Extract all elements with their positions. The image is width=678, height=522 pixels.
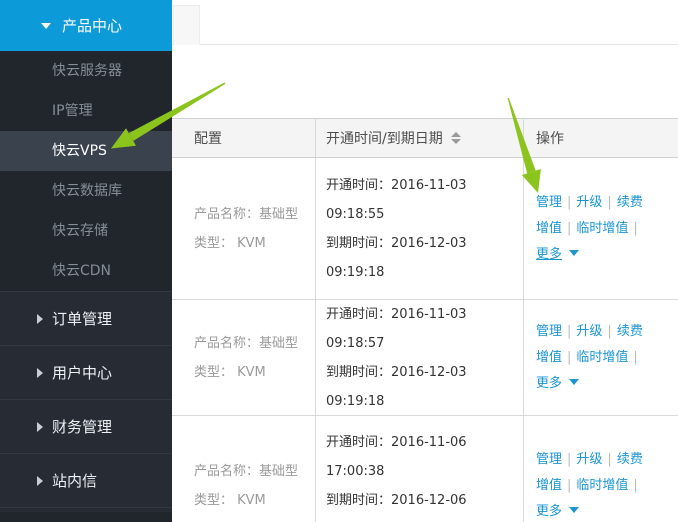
dropdown-arrow-icon[interactable] [569, 506, 580, 513]
sidebar-item-kuaiyun-cdn[interactable]: 快云CDN [0, 251, 172, 291]
sidebar-item-kuaiyun-database[interactable]: 快云数据库 [0, 171, 172, 211]
main-content: 配置 开通时间/到期日期 操作 产品名称：基础型 类型： KVM 开通时间：20… [172, 0, 678, 522]
vps-table: 配置 开通时间/到期日期 操作 产品名称：基础型 类型： KVM 开通时间：20… [172, 118, 678, 522]
separator: | [567, 477, 572, 493]
sidebar-item-kuaiyun-vps[interactable]: 快云VPS [0, 131, 172, 171]
separator: | [607, 451, 612, 467]
sidebar-item-ip-management[interactable]: IP管理 [0, 91, 172, 131]
expire-time: 到期时间：2016-12-06 17:00:51 [326, 492, 467, 522]
separator: | [633, 349, 638, 365]
config-cell: 产品名称：基础型 类型： KVM [172, 416, 316, 522]
dropdown-arrow-icon[interactable] [569, 249, 580, 256]
column-header-label: 配置 [194, 131, 222, 147]
product-type: 类型： KVM [194, 364, 266, 380]
actions-cell: 管理 | 升级 | 续费 增值 | 临时增值 | 更多 [524, 300, 678, 415]
column-header-time: 开通时间/到期日期 [316, 119, 524, 157]
product-name: 产品名称：基础型 [194, 463, 299, 479]
expire-time: 到期时间：2016-12-03 09:19:18 [326, 235, 467, 280]
sidebar-item-label: 产品中心 [62, 17, 123, 35]
column-header-config: 配置 [172, 119, 316, 157]
addon-link[interactable]: 增值 [536, 350, 562, 365]
sidebar-item-product-center[interactable]: 产品中心 [0, 0, 172, 51]
table-row: 产品名称：基础型 类型： KVM 开通时间：2016-11-06 17:00:3… [172, 416, 678, 522]
sidebar-item-label: 财务管理 [52, 418, 113, 436]
separator: | [567, 194, 572, 210]
more-link[interactable]: 更多 [536, 504, 562, 519]
separator: | [607, 323, 612, 339]
chevron-right-icon [37, 475, 43, 486]
sidebar-item-kuaiyun-storage[interactable]: 快云存储 [0, 211, 172, 251]
time-cell: 开通时间：2016-11-06 17:00:38 到期时间：2016-12-06… [316, 416, 524, 522]
temp-addon-link[interactable]: 临时增值 [576, 478, 628, 493]
separator: | [633, 477, 638, 493]
product-type: 类型： KVM [194, 235, 266, 251]
sidebar-item-site-message[interactable]: 站内信 [0, 453, 172, 507]
open-time: 开通时间：2016-11-03 09:18:57 [326, 306, 467, 351]
column-header-label: 操作 [536, 131, 564, 147]
more-link[interactable]: 更多 [536, 247, 562, 262]
open-time: 开通时间：2016-11-03 09:18:55 [326, 177, 467, 222]
time-cell: 开通时间：2016-11-03 09:18:57 到期时间：2016-12-03… [316, 300, 524, 415]
separator: | [567, 220, 572, 236]
table-row: 产品名称：基础型 类型： KVM 开通时间：2016-11-03 09:18:5… [172, 300, 678, 416]
actions-cell: 管理 | 升级 | 续费 增值 | 临时增值 | 更多 [524, 416, 678, 522]
config-cell: 产品名称：基础型 类型： KVM [172, 158, 316, 299]
collapsed-tab[interactable] [173, 5, 200, 45]
sidebar-divider [0, 507, 172, 512]
addon-link[interactable]: 增值 [536, 221, 562, 236]
separator: | [633, 220, 638, 236]
upgrade-link[interactable]: 升级 [576, 324, 602, 339]
sidebar-item-label: 用户中心 [52, 364, 113, 382]
more-link[interactable]: 更多 [536, 376, 562, 391]
sidebar-item-label: 订单管理 [52, 310, 113, 328]
config-cell: 产品名称：基础型 类型： KVM [172, 300, 316, 415]
chevron-right-icon [37, 421, 43, 432]
manage-link[interactable]: 管理 [536, 324, 562, 339]
expire-time: 到期时间：2016-12-03 09:19:18 [326, 364, 467, 409]
open-time: 开通时间：2016-11-06 17:00:38 [326, 434, 467, 479]
actions-cell: 管理 | 升级 | 续费 增值 | 临时增值 | 更多 [524, 158, 678, 299]
app-root: 产品中心 快云服务器 IP管理 快云VPS 快云数据库 快云存储 快云CDN 订… [0, 0, 678, 522]
column-header-actions: 操作 [524, 119, 678, 157]
product-name: 产品名称：基础型 [194, 335, 299, 351]
sidebar-item-label: 站内信 [52, 472, 98, 490]
chevron-right-icon [37, 313, 43, 324]
product-type: 类型： KVM [194, 492, 266, 508]
upgrade-link[interactable]: 升级 [576, 195, 602, 210]
separator: | [567, 349, 572, 365]
chevron-down-icon [41, 22, 51, 29]
product-submenu: 快云服务器 IP管理 快云VPS 快云数据库 快云存储 快云CDN [0, 51, 172, 291]
temp-addon-link[interactable]: 临时增值 [576, 221, 628, 236]
product-name: 产品名称：基础型 [194, 206, 299, 222]
renew-link[interactable]: 续费 [617, 324, 643, 339]
tab-strip [172, 0, 678, 45]
separator: | [567, 323, 572, 339]
sidebar: 产品中心 快云服务器 IP管理 快云VPS 快云数据库 快云存储 快云CDN 订… [0, 0, 172, 522]
column-header-label: 开通时间/到期日期 [326, 131, 443, 147]
time-cell: 开通时间：2016-11-03 09:18:55 到期时间：2016-12-03… [316, 158, 524, 299]
sidebar-item-user-center[interactable]: 用户中心 [0, 345, 172, 399]
dropdown-arrow-icon[interactable] [569, 378, 580, 385]
upgrade-link[interactable]: 升级 [576, 452, 602, 467]
renew-link[interactable]: 续费 [617, 195, 643, 210]
chevron-right-icon [37, 367, 43, 378]
sidebar-item-kuaiyun-server[interactable]: 快云服务器 [0, 51, 172, 91]
table-header-row: 配置 开通时间/到期日期 操作 [172, 118, 678, 158]
addon-link[interactable]: 增值 [536, 478, 562, 493]
table-row: 产品名称：基础型 类型： KVM 开通时间：2016-11-03 09:18:5… [172, 158, 678, 300]
renew-link[interactable]: 续费 [617, 452, 643, 467]
separator: | [607, 194, 612, 210]
temp-addon-link[interactable]: 临时增值 [576, 350, 628, 365]
sidebar-item-order-management[interactable]: 订单管理 [0, 291, 172, 345]
manage-link[interactable]: 管理 [536, 452, 562, 467]
sort-icon[interactable] [450, 132, 461, 144]
sidebar-item-finance-management[interactable]: 财务管理 [0, 399, 172, 453]
manage-link[interactable]: 管理 [536, 195, 562, 210]
separator: | [567, 451, 572, 467]
